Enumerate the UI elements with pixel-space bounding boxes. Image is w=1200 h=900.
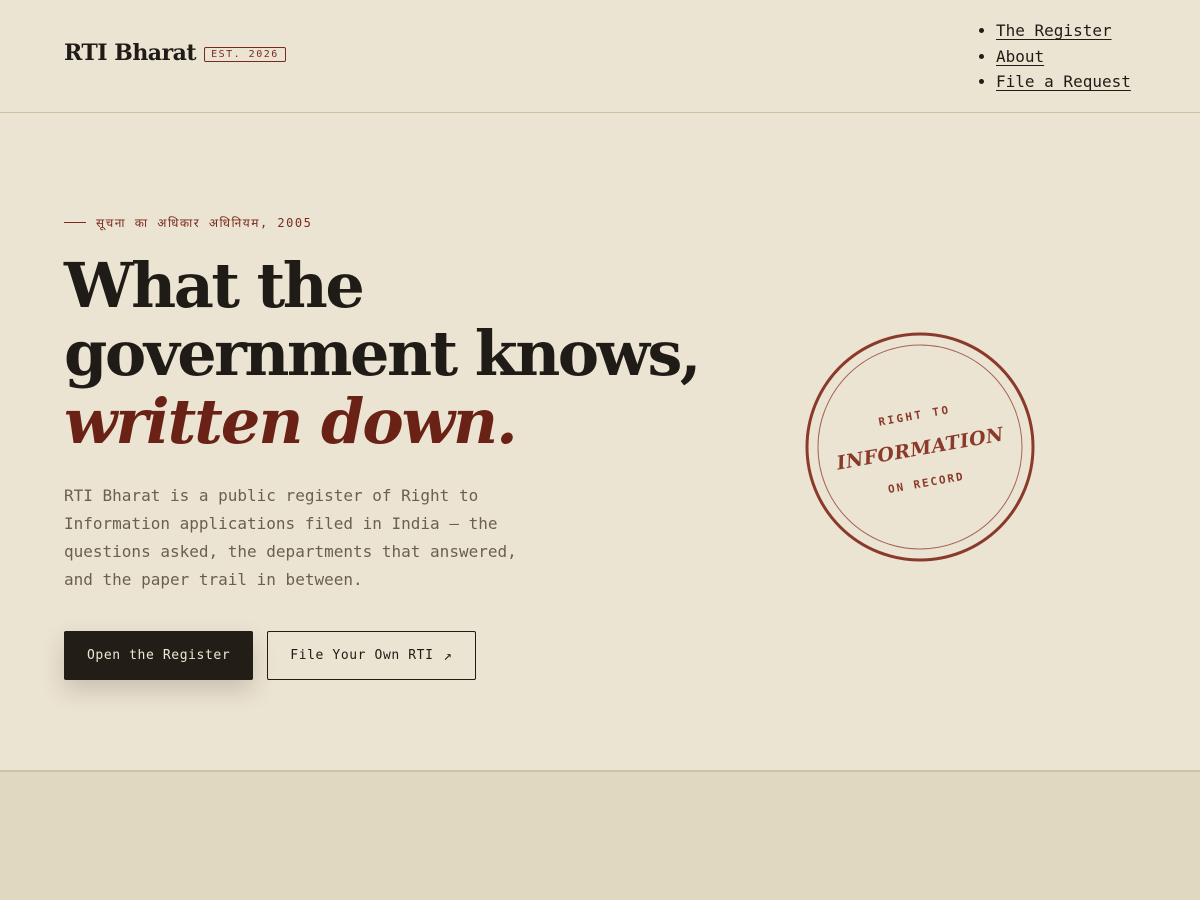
stamp-top-text: RIGHT TO — [877, 403, 951, 428]
arrow-up-right-icon: ↗ — [443, 647, 453, 664]
lower-section-band — [0, 770, 1200, 900]
open-register-button[interactable]: Open the Register — [64, 631, 254, 680]
brand[interactable]: RTI Bharat EST. 2026 — [64, 40, 286, 66]
eyebrow-text: सूचना का अधिकार अधिनियम, 2005 — [96, 216, 313, 230]
open-register-label: Open the Register — [87, 648, 231, 663]
hero-eyebrow: सूचना का अधिकार अधिनियम, 2005 — [64, 214, 312, 231]
nav-item-file-request: File a Request — [996, 69, 1131, 95]
file-rti-button[interactable]: File Your Own RTI ↗ — [267, 631, 476, 680]
nav-item-about: About — [996, 44, 1131, 70]
cta-row: Open the Register File Your Own RTI ↗ — [64, 631, 476, 680]
main-nav: The Register About File a Request — [978, 18, 1131, 95]
site-header: RTI Bharat EST. 2026 The Register About … — [0, 0, 1200, 113]
nav-item-register: The Register — [996, 18, 1131, 44]
headline-plain: What the government knows, — [64, 249, 702, 390]
stamp-bottom-text: ON RECORD — [887, 470, 966, 496]
hero-headline: What the government knows, written down. — [64, 252, 724, 456]
file-rti-label: File Your Own RTI — [290, 648, 434, 663]
nav-link-register[interactable]: The Register — [996, 21, 1112, 40]
stamp-middle-text: INFORMATION — [834, 423, 1006, 474]
headline-accent: written down. — [64, 385, 518, 458]
eyebrow-rule — [64, 222, 86, 223]
nav-link-about[interactable]: About — [996, 47, 1044, 66]
brand-name: RTI Bharat — [64, 40, 197, 66]
established-badge: EST. 2026 — [204, 46, 286, 62]
rti-stamp: RIGHT TO INFORMATION ON RECORD — [805, 332, 1035, 562]
nav-link-file-request[interactable]: File a Request — [996, 72, 1131, 91]
hero-description: RTI Bharat is a public register of Right… — [64, 486, 517, 589]
